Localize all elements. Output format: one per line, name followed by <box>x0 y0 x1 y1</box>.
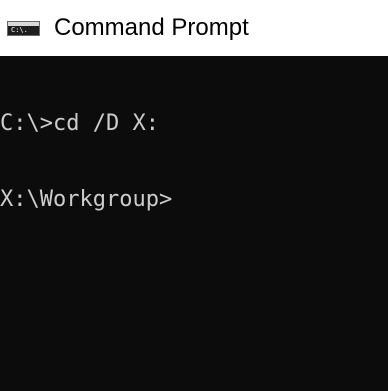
cmd-console-icon: C:\. <box>7 21 40 36</box>
icon-label: C:\. <box>11 26 28 34</box>
command-prompt-window: C:\. Command Prompt C:\>cd /D X: X:\Work… <box>0 0 388 391</box>
console-line-prompt: X:\Workgroup> <box>0 187 173 212</box>
console-line-command: C:\>cd /D X: <box>0 111 159 136</box>
window-title: Command Prompt <box>54 14 249 41</box>
console-area[interactable]: C:\>cd /D X: X:\Workgroup> <box>0 56 388 391</box>
title-bar[interactable]: C:\. Command Prompt <box>0 0 388 56</box>
